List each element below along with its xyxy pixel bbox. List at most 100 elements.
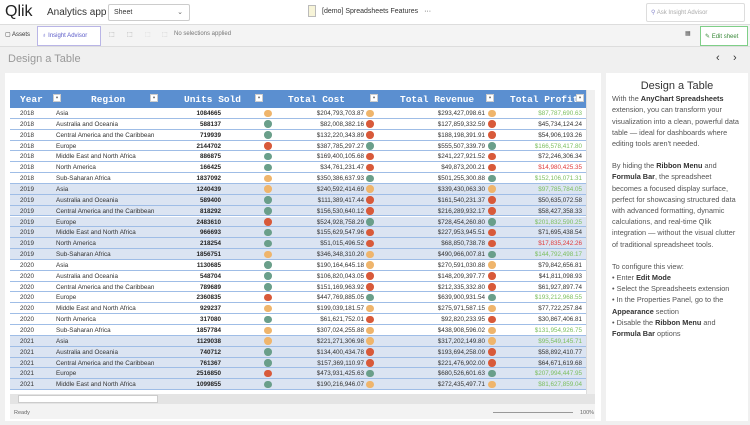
cell-units-sold[interactable]: 1130685	[197, 262, 221, 269]
cell-region[interactable]: Middle East and North Africa	[56, 305, 136, 312]
filter-icon[interactable]: ▾	[370, 94, 378, 102]
grid-icon[interactable]: ▦	[685, 30, 691, 37]
cell-year[interactable]: 2021	[20, 360, 34, 367]
table-row[interactable]: 2018 Sub-Saharan Africa 1837092 $350,386,63…	[10, 173, 586, 184]
cell-total-profit[interactable]: $152,106,071.31	[535, 175, 582, 182]
cell-region[interactable]: Europe	[56, 219, 76, 226]
table-row[interactable]: 2021 Europe 2516850 $473,931,425.63 $680,526…	[10, 368, 586, 380]
cell-total-cost[interactable]: $132,220,343.89	[317, 132, 364, 139]
table-row[interactable]: 2019 Asia 1240439 $240,592,414.69 $339,430,0…	[10, 183, 586, 195]
smart-search-icon[interactable]: ⬚	[109, 31, 115, 38]
cell-units-sold[interactable]: 588137	[200, 121, 221, 128]
cell-region[interactable]: Middle East and North Africa	[56, 381, 136, 388]
cell-total-cost[interactable]: $346,348,310.20	[317, 251, 364, 258]
cell-total-cost[interactable]: $61,621,752.01	[320, 316, 364, 323]
cell-total-cost[interactable]: $169,400,105.68	[317, 153, 364, 160]
cell-region[interactable]: Asia	[56, 110, 68, 117]
more-button[interactable]: ···	[424, 8, 431, 15]
cell-units-sold[interactable]: 1084665	[196, 110, 221, 117]
cell-year[interactable]: 2018	[20, 153, 34, 160]
cell-region[interactable]: Asia	[56, 186, 68, 193]
assets-button[interactable]: ▢ Assets	[5, 31, 30, 38]
cell-total-profit[interactable]: $17,835,242.26	[538, 240, 582, 247]
qlik-logo[interactable]: Qlik	[5, 3, 33, 21]
cell-total-revenue[interactable]: $293,427,098.61	[438, 110, 485, 117]
cell-region[interactable]: Australia and Oceania	[56, 121, 118, 128]
cell-year[interactable]: 2018	[20, 175, 34, 182]
cell-total-cost[interactable]: $157,369,110.97	[317, 360, 364, 367]
cell-year[interactable]: 2019	[20, 208, 34, 215]
cell-year[interactable]: 2018	[20, 121, 34, 128]
cell-year[interactable]: 2019	[20, 251, 34, 258]
cell-total-revenue[interactable]: $490,966,007.81	[438, 251, 485, 258]
cell-year[interactable]: 2020	[20, 327, 34, 334]
table-row[interactable]: 2018 Europe 2144702 $387,785,297.27 $555,507…	[10, 140, 586, 152]
cell-total-revenue[interactable]: $270,591,030.88	[438, 262, 485, 269]
table-row[interactable]: 2020 Middle East and North Africa 929237 $1…	[10, 303, 586, 315]
cell-units-sold[interactable]: 1099855	[196, 381, 221, 388]
edit-sheet-button[interactable]: ✎ Edit sheet	[700, 26, 748, 46]
cell-year[interactable]: 2020	[20, 316, 34, 323]
cell-units-sold[interactable]: 166425	[200, 164, 221, 171]
cell-total-cost[interactable]: $190,164,645.18	[317, 262, 364, 269]
cell-year[interactable]: 2020	[20, 294, 34, 301]
cell-region[interactable]: Sub-Saharan Africa	[56, 327, 111, 334]
cell-region[interactable]: Central America and the Caribbean	[56, 360, 154, 367]
cell-year[interactable]: 2021	[20, 381, 34, 388]
cell-total-profit[interactable]: $54,906,193.26	[538, 132, 582, 139]
cell-total-revenue[interactable]: $127,859,332.59	[438, 121, 485, 128]
cell-total-cost[interactable]: $240,592,414.69	[317, 186, 364, 193]
cell-total-profit[interactable]: $144,792,498.17	[535, 251, 582, 258]
cell-units-sold[interactable]: 1129038	[197, 338, 221, 345]
table-row[interactable]: 2018 Australia and Oceania 588137 $82,008,3…	[10, 118, 586, 130]
cell-total-revenue[interactable]: $92,820,233.95	[441, 316, 485, 323]
cell-total-profit[interactable]: $131,954,926.75	[535, 327, 582, 334]
cell-total-cost[interactable]: $51,015,496.52	[320, 240, 364, 247]
filter-icon[interactable]: ▾	[486, 94, 494, 102]
filter-icon[interactable]: ▾	[576, 94, 584, 102]
cell-total-profit[interactable]: $97,785,784.05	[538, 186, 582, 193]
cell-total-cost[interactable]: $82,008,382.16	[320, 121, 364, 128]
cell-units-sold[interactable]: 589400	[200, 197, 221, 204]
cell-units-sold[interactable]: 2483610	[196, 219, 221, 226]
table-row[interactable]: 2020 Europe 2360835 $447,769,885.05 $639,900…	[10, 292, 586, 304]
table-row[interactable]: 2021 Australia and Oceania 740712 $134,400,…	[10, 346, 586, 358]
cell-total-profit[interactable]: $77,722,257.84	[538, 305, 582, 312]
table-row[interactable]: 2019 North America 218254 $51,015,496.52 $68…	[10, 238, 586, 250]
ask-insight-advisor-input[interactable]: ⚲ Ask Insight Advisor	[646, 3, 745, 22]
cell-total-cost[interactable]: $111,389,417.44	[318, 197, 364, 204]
cell-total-cost[interactable]: $151,169,963.92	[317, 284, 364, 291]
cell-total-profit[interactable]: $58,427,358.33	[538, 208, 582, 215]
cell-units-sold[interactable]: 218254	[200, 240, 221, 247]
cell-total-profit[interactable]: $50,635,072.58	[538, 197, 582, 204]
cell-year[interactable]: 2020	[20, 284, 34, 291]
cell-region[interactable]: North America	[56, 240, 96, 247]
table-row[interactable]: 2018 North America 166425 $34,761,231.47 $49…	[10, 162, 586, 174]
cell-region[interactable]: Australia and Oceania	[56, 349, 118, 356]
table-row[interactable]: 2019 Sub-Saharan Africa 1856751 $346,348,31…	[10, 249, 586, 260]
cell-total-profit[interactable]: $14,980,425.35	[538, 164, 582, 171]
cell-total-cost[interactable]: $134,400,434.78	[317, 349, 364, 356]
cell-total-cost[interactable]: $387,785,297.27	[317, 143, 364, 150]
cell-year[interactable]: 2019	[20, 186, 34, 193]
cell-units-sold[interactable]: 761367	[200, 360, 221, 367]
cell-region[interactable]: Australia and Oceania	[56, 197, 118, 204]
cell-region[interactable]: Australia and Oceania	[56, 273, 118, 280]
cell-year[interactable]: 2019	[20, 240, 34, 247]
cell-units-sold[interactable]: 818292	[200, 208, 221, 215]
cell-year[interactable]: 2021	[20, 370, 34, 377]
table-row[interactable]: 2020 North America 317080 $61,621,752.01 $92…	[10, 314, 586, 325]
insight-advisor-button[interactable]: ♁ Insight Advisor	[37, 26, 101, 46]
cell-total-cost[interactable]: $34,761,231.47	[320, 164, 364, 171]
table-row[interactable]: 2021 Middle East and North Africa 1099855 $…	[10, 379, 586, 391]
cell-total-profit[interactable]: $64,671,619.68	[538, 360, 582, 367]
cell-year[interactable]: 2019	[20, 197, 34, 204]
cell-year[interactable]: 2020	[20, 273, 34, 280]
cell-total-revenue[interactable]: $639,900,931.54	[438, 294, 485, 301]
cell-total-cost[interactable]: $350,386,637.93	[317, 175, 364, 182]
sheet-dropdown[interactable]: Sheet ⌄	[108, 4, 190, 21]
cell-total-cost[interactable]: $473,931,425.63	[317, 370, 364, 377]
cell-year[interactable]: 2018	[20, 132, 34, 139]
cell-total-revenue[interactable]: $241,227,921.52	[438, 153, 485, 160]
cell-units-sold[interactable]: 719939	[200, 132, 221, 139]
